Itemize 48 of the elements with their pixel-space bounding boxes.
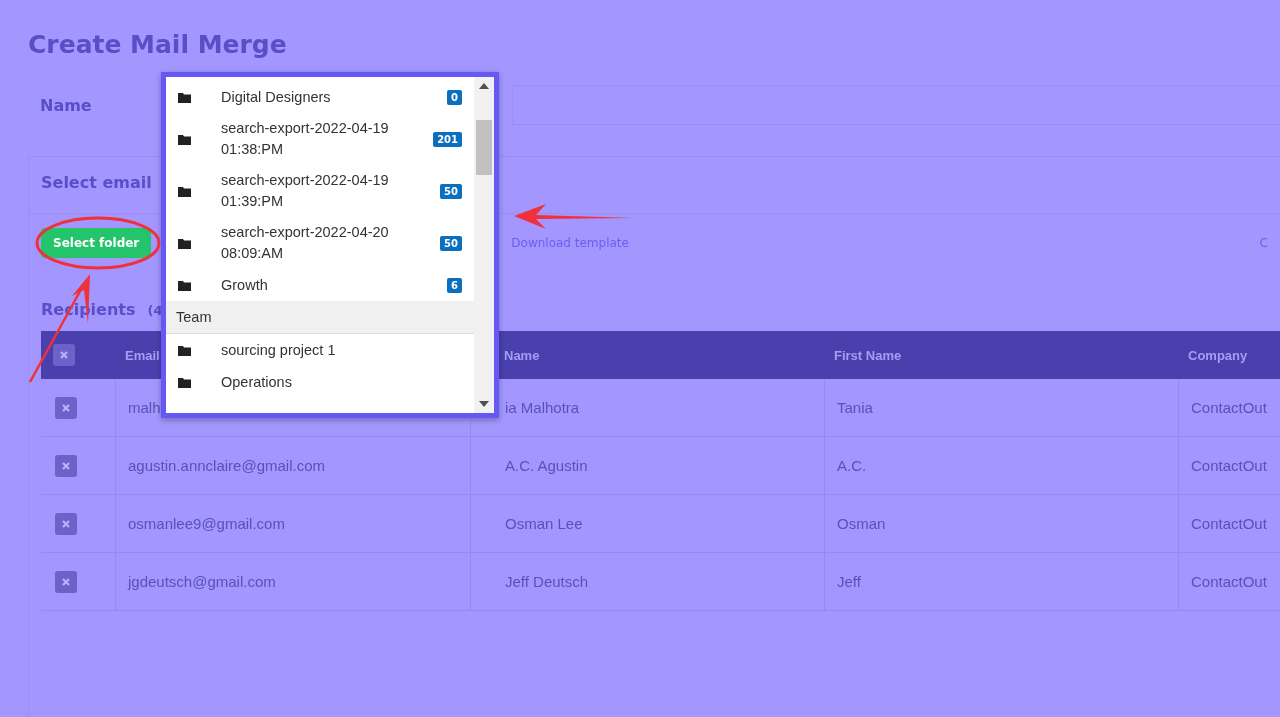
table-cell: Osman Lee (470, 495, 824, 553)
table-cell: A.C. (824, 437, 1178, 495)
count-badge: 50 (440, 235, 462, 251)
group-header: Team (166, 301, 474, 334)
scroll-down-icon[interactable] (479, 401, 489, 407)
folder-icon (178, 91, 191, 103)
remove-icon[interactable] (55, 396, 77, 419)
folder-icon (178, 185, 191, 197)
table-cell: osmanlee9@gmail.com (115, 495, 470, 553)
folder-icon (178, 344, 191, 356)
scroll-thumb[interactable] (476, 120, 492, 175)
count-badge: 0 (447, 89, 462, 105)
table-cell: A.C. Agustin (470, 437, 824, 495)
table-cell: ContactOut (1178, 553, 1280, 611)
section-title: Select email (41, 173, 152, 192)
folder-item[interactable]: search-export-2022-04-20 08:09:AM 50 (166, 217, 474, 269)
column-header: Company (1178, 331, 1280, 379)
scrollbar[interactable] (474, 77, 494, 413)
table-cell: Tania (824, 379, 1178, 437)
table-cell: ContactOut (1178, 379, 1280, 437)
cut-off-text: C (1259, 236, 1268, 250)
folder-icon (178, 279, 191, 291)
folder-item[interactable]: Growth 6 (166, 269, 474, 301)
folder-icon (178, 376, 191, 388)
table-cell: Osman (824, 495, 1178, 553)
table-cell: jgdeutsch@gmail.com (115, 553, 470, 611)
scroll-up-icon[interactable] (479, 83, 489, 89)
folder-item[interactable]: Digital Designers 0 (166, 81, 474, 113)
table-cell: Jeff Deutsch (470, 553, 824, 611)
recipients-count: (4 (147, 303, 163, 318)
folder-icon (178, 237, 191, 249)
remove-all-icon[interactable] (53, 344, 75, 366)
remove-icon[interactable] (55, 512, 77, 535)
folder-item[interactable]: search-export-2022-04-19 01:39:PM 50 (166, 165, 474, 217)
folder-item[interactable]: search-export-2022-04-19 01:38:PM 201 (166, 113, 474, 165)
table-cell: agustin.annclaire@gmail.com (115, 437, 470, 495)
table-cell: ContactOut (1178, 437, 1280, 495)
table-cell: ContactOut (1178, 495, 1280, 553)
count-badge: 6 (447, 277, 462, 293)
table-cell: Jeff (824, 553, 1178, 611)
count-badge: 50 (440, 183, 462, 199)
folder-icon (178, 133, 191, 145)
remove-icon[interactable] (55, 454, 77, 477)
name-label: Name (40, 95, 92, 115)
count-badge: 201 (433, 131, 462, 147)
page-title: Create Mail Merge (28, 30, 288, 59)
column-header: First Name (824, 331, 1178, 379)
remove-icon[interactable] (55, 570, 77, 593)
